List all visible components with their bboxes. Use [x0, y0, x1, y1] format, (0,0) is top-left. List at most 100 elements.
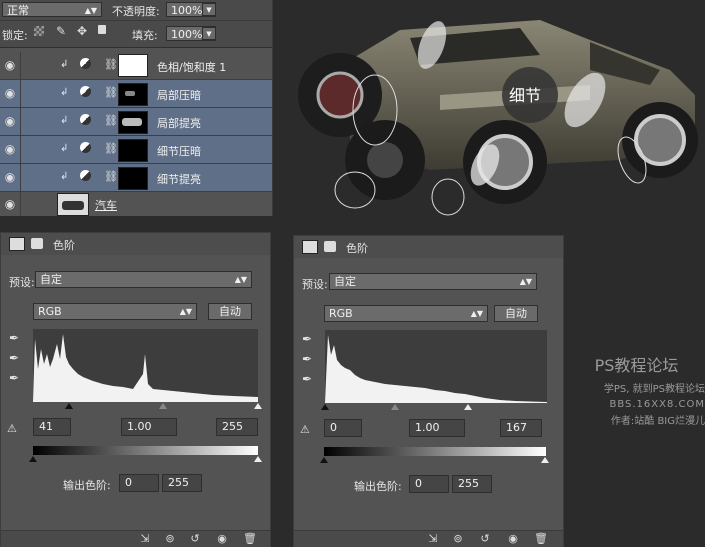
levels-panel-left: 色阶 预设: 自定 ▲▼ RGB ▲▼ 自动 ✒ ✒ ✒ ⚠ 41 1.00 2… — [0, 232, 271, 547]
input-black-field[interactable]: 0 — [324, 419, 362, 437]
output-white-field[interactable]: 255 — [162, 474, 202, 492]
input-white-field[interactable]: 167 — [500, 419, 542, 437]
brush-icon[interactable]: ✎ — [56, 24, 66, 38]
output-gradient — [33, 446, 258, 455]
eye-icon[interactable]: ◉ — [0, 164, 21, 191]
layer-thumbnail[interactable] — [57, 193, 89, 216]
layer-row[interactable]: ◉ ↲ ⛓ 细节压暗 — [0, 136, 272, 164]
output-white-field[interactable]: 255 — [452, 475, 492, 493]
watermark-title: PS教程论坛 — [594, 356, 679, 375]
input-black-slider[interactable] — [65, 403, 73, 409]
opacity-label: 不透明度: — [112, 5, 160, 18]
input-gamma-slider[interactable] — [159, 403, 167, 409]
preset-select[interactable]: 自定 ▲▼ — [35, 271, 252, 288]
channel-select[interactable]: RGB ▲▼ — [33, 303, 197, 320]
chain-link-icon[interactable]: ⛓ — [104, 170, 118, 183]
mask-thumbnail[interactable] — [118, 167, 148, 190]
histogram-icon[interactable] — [302, 240, 318, 254]
eyedropper-icon[interactable]: ✒ — [9, 371, 19, 385]
layer-row[interactable]: ◉ ↲ ⛓ 局部压暗 — [0, 80, 272, 108]
car-photo: 细节 — [290, 0, 705, 222]
layer-row[interactable]: ◉ ↲ ⛓ 局部提亮 — [0, 108, 272, 136]
output-black-slider[interactable] — [29, 456, 37, 462]
visibility-icon[interactable]: ◉ — [213, 532, 231, 546]
channel-select[interactable]: RGB ▲▼ — [324, 305, 488, 322]
eyedropper-icon[interactable]: ✒ — [9, 351, 19, 365]
input-gamma-slider[interactable] — [391, 404, 399, 410]
input-white-field[interactable]: 255 — [216, 418, 258, 436]
mask-icon[interactable] — [31, 238, 43, 249]
adjustment-circle-icon — [80, 170, 91, 181]
preset-select[interactable]: 自定 ▲▼ — [329, 273, 537, 290]
clip-to-layer-icon[interactable]: ⇲ — [424, 532, 442, 546]
mask-thumbnail[interactable] — [118, 83, 148, 106]
input-white-slider[interactable] — [254, 403, 262, 409]
preset-label: 预设: — [9, 276, 35, 289]
panel-title: 色阶 — [53, 239, 75, 252]
layer-name: 细节提亮 — [157, 173, 201, 186]
input-gamma-field[interactable]: 1.00 — [409, 419, 465, 437]
eyedropper-icon[interactable]: ✒ — [302, 332, 312, 346]
eye-icon[interactable]: ◉ — [0, 52, 21, 79]
lock-transparent-icon[interactable] — [34, 26, 44, 36]
layer-row[interactable]: ◉ ↲ ⛓ 色相/饱和度 1 — [0, 52, 272, 80]
mask-thumbnail[interactable] — [118, 139, 148, 162]
view-previous-icon[interactable]: ⊚ — [449, 532, 467, 546]
preset-value: 自定 — [40, 273, 62, 286]
auto-button[interactable]: 自动 — [208, 303, 252, 320]
lock-icon[interactable] — [98, 25, 106, 34]
eye-icon[interactable]: ◉ — [0, 80, 21, 107]
eyedropper-icon[interactable]: ✒ — [302, 352, 312, 366]
layer-name: 细节压暗 — [157, 145, 201, 158]
mask-thumbnail[interactable] — [118, 111, 148, 134]
eye-icon[interactable]: ◉ — [0, 192, 21, 216]
mask-icon[interactable] — [324, 241, 336, 252]
layer-row[interactable]: ◉ ↲ ⛓ 细节提亮 — [0, 164, 272, 192]
auto-button[interactable]: 自动 — [494, 305, 538, 322]
reset-icon[interactable]: ↺ — [476, 532, 494, 546]
clipping-warning-icon[interactable]: ⚠ — [300, 423, 310, 436]
layer-row[interactable]: ◉ 汽车 — [0, 192, 272, 216]
input-white-slider[interactable] — [464, 404, 472, 410]
clipping-warning-icon[interactable]: ⚠ — [7, 422, 17, 435]
histogram — [33, 329, 258, 402]
fill-dropdown-button[interactable]: ▼ — [202, 27, 216, 40]
clip-to-layer-icon[interactable]: ⇲ — [136, 532, 154, 546]
panel-header: 色阶 — [294, 236, 563, 258]
eyedropper-icon[interactable]: ✒ — [302, 372, 312, 386]
eye-icon[interactable]: ◉ — [0, 108, 21, 135]
output-white-slider[interactable] — [541, 457, 549, 463]
clip-arrow-icon: ↲ — [60, 59, 69, 70]
output-black-field[interactable]: 0 — [119, 474, 159, 492]
reset-icon[interactable]: ↺ — [186, 532, 204, 546]
panel-footer: ⇲ ⊚ ↺ ◉ 🗑 — [294, 530, 563, 547]
chevron-down-icon: ▲▼ — [179, 307, 192, 316]
output-black-slider[interactable] — [320, 457, 328, 463]
chain-link-icon[interactable]: ⛓ — [104, 114, 118, 127]
output-white-slider[interactable] — [254, 456, 262, 462]
opacity-dropdown-button[interactable]: ▼ — [202, 3, 216, 16]
eye-icon[interactable]: ◉ — [0, 136, 21, 163]
clip-arrow-icon: ↲ — [60, 171, 69, 182]
eyedropper-icon[interactable]: ✒ — [9, 331, 19, 345]
move-icon[interactable]: ✥ — [77, 24, 87, 38]
chain-link-icon[interactable]: ⛓ — [104, 86, 118, 99]
chain-link-icon[interactable]: ⛓ — [104, 58, 118, 71]
mask-thumbnail[interactable] — [118, 54, 148, 77]
visibility-icon[interactable]: ◉ — [504, 532, 522, 546]
levels-panel-right: 色阶 预设: 自定 ▲▼ RGB ▲▼ 自动 ✒ ✒ ✒ ⚠ 0 1.00 16… — [293, 235, 564, 547]
histogram-icon[interactable] — [9, 237, 25, 251]
input-black-slider[interactable] — [321, 404, 329, 410]
trash-icon[interactable]: 🗑 — [532, 532, 550, 546]
clip-arrow-icon: ↲ — [60, 87, 69, 98]
input-black-field[interactable]: 41 — [33, 418, 71, 436]
chain-link-icon[interactable]: ⛓ — [104, 142, 118, 155]
output-black-field[interactable]: 0 — [409, 475, 449, 493]
view-previous-icon[interactable]: ⊚ — [161, 532, 179, 546]
input-gamma-field[interactable]: 1.00 — [121, 418, 177, 436]
panel-footer: ⇲ ⊚ ↺ ◉ 🗑 — [1, 530, 270, 547]
watermark-author: 作者:站酷 BIG烂漫儿 — [610, 416, 705, 427]
blend-mode-select[interactable]: 正常 ▲▼ — [2, 2, 102, 17]
trash-icon[interactable]: 🗑 — [241, 532, 259, 546]
layer-name: 局部压暗 — [157, 89, 201, 102]
